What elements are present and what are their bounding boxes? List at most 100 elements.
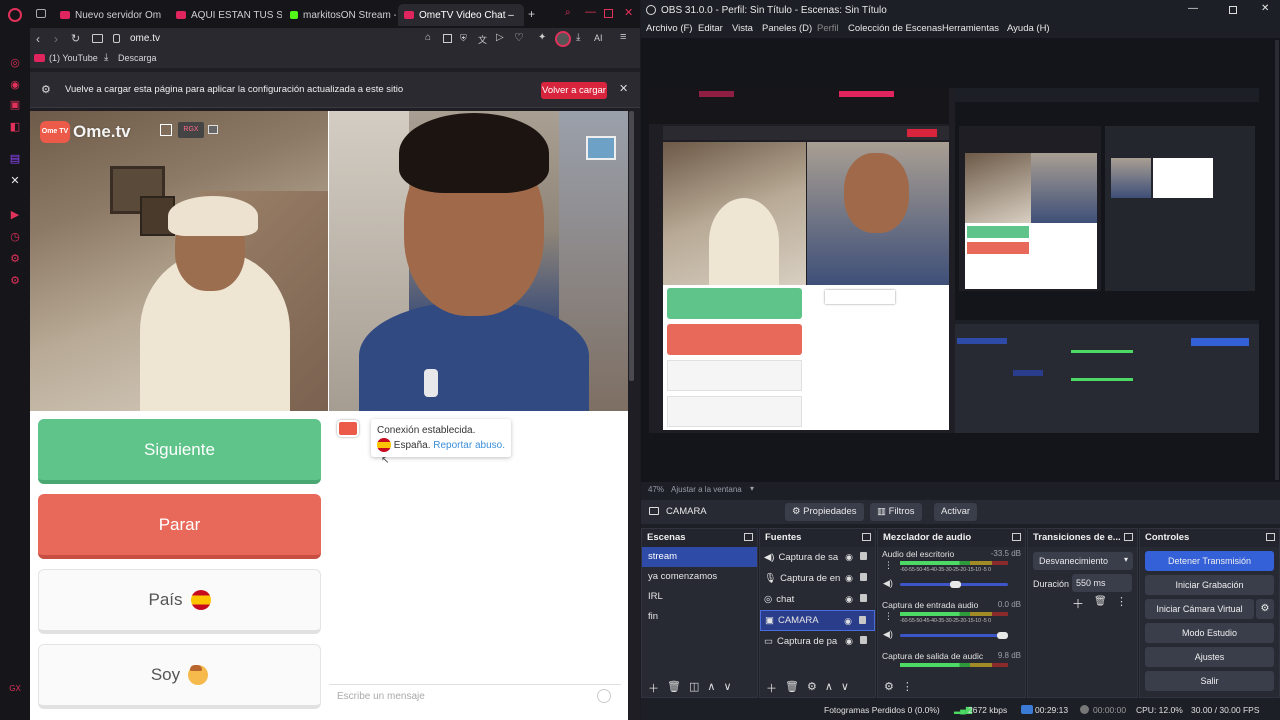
menu-icon[interactable]: ≡ — [620, 31, 626, 43]
rgx-badge[interactable]: RGX — [178, 122, 204, 138]
move-up-icon[interactable]: ∧ — [825, 680, 833, 694]
settings-button[interactable]: Ajustes — [1145, 647, 1274, 667]
reload-icon[interactable]: ↻ — [71, 32, 80, 45]
visibility-eye-icon[interactable]: ◉ — [845, 573, 853, 584]
menu-tools[interactable]: Herramientas — [942, 23, 999, 34]
translate-icon[interactable]: 文 — [478, 33, 487, 46]
gx-icon[interactable]: GX — [8, 682, 22, 696]
menu-profile[interactable]: Perfil — [817, 23, 839, 34]
move-down-icon[interactable]: ∨ — [841, 680, 849, 694]
extensions-icon[interactable]: ⚙ — [8, 252, 22, 266]
more-options-icon[interactable]: ⋮ — [884, 611, 893, 622]
visibility-eye-icon[interactable]: ◉ — [844, 616, 852, 627]
scene-item[interactable]: stream — [642, 547, 757, 567]
reload-page-button[interactable]: Volver a cargar — [541, 82, 607, 99]
slider-handle[interactable] — [997, 632, 1008, 639]
report-abuse-link[interactable]: Reportar abuso. — [433, 440, 505, 451]
scene-item[interactable]: IRL — [642, 587, 757, 607]
close-window-icon[interactable]: ✕ — [1261, 3, 1269, 14]
tab-ometv[interactable]: OmeTV Video Chat – ✕ — [398, 4, 524, 26]
move-up-icon[interactable]: ∧ — [707, 680, 715, 694]
menu-view[interactable]: Vista — [732, 23, 753, 34]
speaker-icon[interactable]: ◀) — [883, 629, 893, 640]
crop-icon[interactable] — [443, 34, 452, 43]
snapshot-icon[interactable] — [92, 34, 103, 43]
source-item[interactable]: ◀) Captura de sa ◉ — [760, 547, 875, 568]
minimize-icon[interactable]: — — [585, 6, 596, 18]
chat-icon[interactable]: ▣ — [8, 98, 22, 112]
add-source-icon[interactable]: ＋ — [766, 680, 777, 695]
undock-icon[interactable] — [1266, 533, 1275, 541]
twitch-icon[interactable]: ▤ — [8, 152, 22, 166]
ai-button[interactable]: AI — [594, 33, 603, 43]
stop-streaming-button[interactable]: Detener Transmisión — [1145, 551, 1274, 571]
source-item-selected[interactable]: ▣ CAMARA ◉ — [760, 610, 875, 631]
more-options-icon[interactable]: ⋮ — [1116, 595, 1127, 608]
bookmark-descarga[interactable]: Descarga — [118, 53, 157, 63]
preview-scrollbar[interactable] — [1275, 40, 1279, 480]
opera-logo-icon[interactable] — [8, 8, 22, 22]
add-scene-icon[interactable]: ＋ — [648, 680, 659, 695]
search-tabs-icon[interactable]: ⌕ — [565, 7, 571, 18]
extensions-puzzle-icon[interactable]: ✦ — [538, 32, 546, 43]
menu-file[interactable]: Archivo (F) — [646, 23, 692, 34]
emoji-picker-icon[interactable] — [597, 689, 611, 703]
messenger-icon[interactable]: ◉ — [8, 78, 22, 92]
stop-button[interactable]: Parar — [38, 494, 321, 559]
shield-icon[interactable]: ⛨ — [460, 33, 467, 44]
remove-source-icon[interactable]: 🗑 — [785, 680, 799, 694]
next-button[interactable]: Siguiente — [38, 419, 321, 484]
source-item[interactable]: ▭ Captura de pa ◉ — [760, 631, 875, 652]
visibility-eye-icon[interactable]: ◉ — [845, 636, 853, 647]
video-icon[interactable] — [208, 125, 218, 134]
play-icon[interactable]: ▷ — [496, 32, 504, 43]
settings-icon[interactable]: ⚙ — [8, 274, 22, 288]
activate-button[interactable]: Activar — [934, 503, 978, 521]
add-transition-icon[interactable]: ＋ — [1072, 595, 1084, 612]
remove-scene-icon[interactable]: 🗑 — [667, 680, 681, 694]
close-infobar-icon[interactable]: ✕ — [619, 82, 628, 95]
volume-slider[interactable] — [900, 632, 1008, 639]
more-options-icon[interactable]: ⋮ — [884, 560, 893, 571]
profile-avatar[interactable] — [555, 31, 571, 47]
scene-filters-icon[interactable]: ◫ — [689, 680, 699, 694]
volume-slider[interactable] — [900, 581, 1008, 588]
undock-icon[interactable] — [744, 533, 753, 541]
aria-icon[interactable]: ◎ — [8, 56, 22, 70]
start-recording-button[interactable]: Iniciar Grabación — [1145, 575, 1274, 595]
lock-icon[interactable] — [860, 573, 867, 581]
slider-handle[interactable] — [950, 581, 961, 588]
lock-icon[interactable] — [859, 616, 866, 624]
transition-select[interactable]: Desvanecimiento ▾ — [1033, 552, 1133, 570]
bookmark-icon[interactable]: ⌂ — [425, 32, 431, 43]
tab-3[interactable]: markitosON Stream - — [284, 4, 396, 26]
page-scrollbar[interactable] — [629, 111, 634, 381]
tab-1[interactable]: Nuevo servidor Om — [54, 4, 166, 26]
workspaces-icon[interactable] — [36, 9, 46, 18]
remove-transition-icon[interactable]: 🗑 — [1094, 596, 1107, 607]
mixer-settings-icon[interactable]: ⚙ — [884, 680, 894, 694]
maximize-icon[interactable] — [604, 9, 613, 18]
zoom-level[interactable]: 47% — [648, 485, 664, 494]
duration-spinbox[interactable]: 550 ms — [1072, 574, 1132, 592]
fit-to-window-label[interactable]: Ajustar a la ventana — [671, 485, 742, 494]
source-item[interactable]: 🎙 Captura de en ◉ — [760, 568, 875, 589]
new-tab-icon[interactable]: + — [528, 7, 535, 21]
download-icon[interactable]: ⤓ — [576, 32, 580, 43]
visibility-eye-icon[interactable]: ◉ — [845, 552, 853, 563]
lock-icon[interactable] — [860, 594, 867, 602]
url-text[interactable]: ome.tv — [130, 33, 160, 44]
scene-item[interactable]: fin — [642, 607, 757, 627]
menu-docks[interactable]: Paneles (D) — [762, 23, 812, 34]
source-item[interactable]: ◎ chat ◉ — [760, 589, 875, 610]
minimize-icon[interactable]: — — [1188, 3, 1198, 14]
menu-help[interactable]: Ayuda (H) — [1007, 23, 1050, 34]
chat-input[interactable]: Escribe un mensaje — [329, 684, 621, 708]
undock-icon[interactable] — [1124, 533, 1133, 541]
forward-icon[interactable]: › — [54, 32, 58, 46]
gender-button[interactable]: Soy — [38, 644, 321, 709]
popout-icon[interactable] — [160, 124, 172, 136]
lock-icon[interactable] — [860, 636, 867, 644]
x-twitter-icon[interactable]: ✕ — [8, 174, 22, 188]
chevron-down-icon[interactable]: ▾ — [750, 484, 754, 493]
